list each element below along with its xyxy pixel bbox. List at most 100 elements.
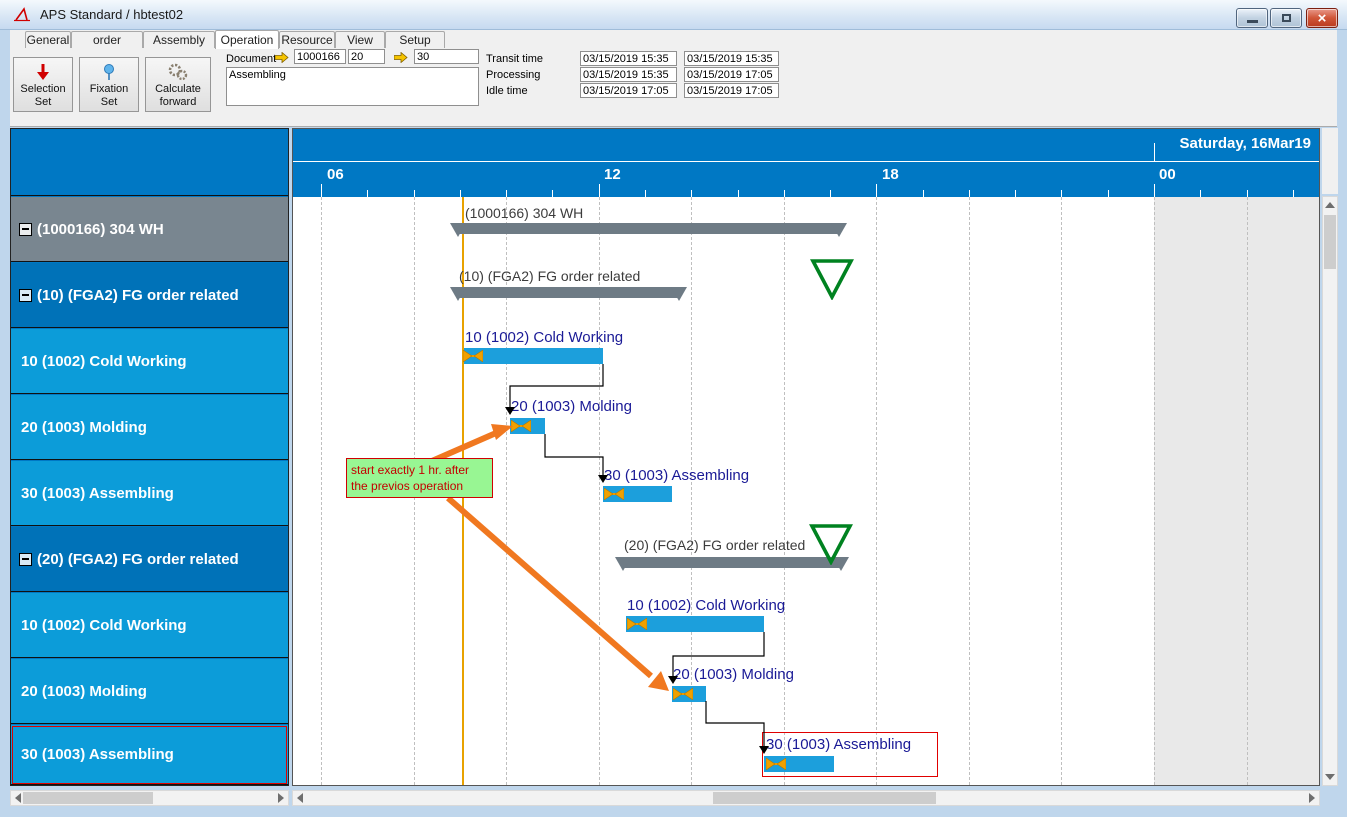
hour-tick: [876, 184, 877, 197]
day-boundary-tick: [1154, 143, 1155, 161]
sidebar-horizontal-scrollbar[interactable]: [10, 790, 289, 806]
timeline-hour-row: 06 12 18 00: [293, 162, 1319, 197]
summary-bar-fga2-10[interactable]: [458, 287, 679, 298]
scrollbar-thumb[interactable]: [1324, 215, 1336, 269]
hour-tick: [1293, 190, 1294, 197]
calculate-forward-label1: Calculate: [146, 83, 210, 96]
task-bar-label: 10 (1002) Cold Working: [465, 329, 623, 346]
maximize-button[interactable]: [1270, 8, 1302, 28]
title-bar: APS Standard / hbtest02 ×: [0, 0, 1347, 30]
tab-strip: General order Assembly Operation Resourc…: [10, 30, 1337, 48]
processing-end-field[interactable]: 03/15/2019 17:05: [684, 67, 779, 82]
tab-resource[interactable]: Resource: [279, 31, 335, 48]
annotation-note: start exactly 1 hr. after the previos op…: [346, 458, 493, 498]
hour-tick: [1200, 190, 1201, 197]
scrollbar-thumb[interactable]: [713, 792, 936, 804]
fixation-marker-icon: [766, 758, 786, 770]
operation-to-field[interactable]: 30: [414, 49, 479, 64]
sidebar-item-fga2-10[interactable]: (10) (FGA2) FG order related: [11, 263, 288, 328]
idle-end-field[interactable]: 03/15/2019 17:05: [684, 83, 779, 98]
processing-start-field[interactable]: 03/15/2019 15:35: [580, 67, 677, 82]
sidebar-row-label: (10) (FGA2) FG order related: [37, 287, 239, 304]
summary-bar-label: (10) (FGA2) FG order related: [459, 268, 640, 284]
gridline: [969, 197, 970, 785]
tab-general[interactable]: General: [25, 31, 71, 48]
gridline: [321, 197, 322, 785]
sidebar-row-label: 20 (1003) Molding: [21, 683, 147, 700]
sidebar-item-molding-1[interactable]: 20 (1003) Molding: [11, 395, 288, 460]
summary-start-triangle: [615, 557, 631, 571]
yellow-arrow-icon: [275, 52, 289, 63]
processing-label: Processing: [486, 69, 540, 81]
app-logo-icon: [14, 7, 34, 23]
document-number-field[interactable]: 1000166: [294, 49, 346, 64]
summary-start-triangle: [450, 287, 466, 301]
scroll-left-icon[interactable]: [15, 793, 21, 803]
tab-view[interactable]: View: [335, 31, 385, 48]
summary-bar-order[interactable]: [458, 223, 839, 234]
tab-setup[interactable]: Setup: [385, 31, 445, 48]
transit-end-field[interactable]: 03/15/2019 15:35: [684, 51, 779, 66]
chart-vertical-scrollbar[interactable]: [1322, 196, 1338, 786]
operation-from-field[interactable]: 20: [348, 49, 385, 64]
fixation-marker-icon: [604, 488, 624, 500]
sidebar-item-molding-2[interactable]: 20 (1003) Molding: [11, 659, 288, 724]
minimize-icon: [1247, 20, 1258, 23]
task-bar-cold-working-1[interactable]: [464, 348, 603, 364]
summary-bar-label: (20) (FGA2) FG order related: [624, 537, 805, 553]
sidebar-row-label: (20) (FGA2) FG order related: [37, 551, 239, 568]
sidebar-row-label: 20 (1003) Molding: [21, 419, 147, 436]
hour-tick: [691, 190, 692, 197]
collapse-icon[interactable]: [19, 289, 32, 302]
due-date-milestone-icon: [809, 523, 853, 565]
summary-start-triangle: [450, 223, 466, 237]
transit-start-field[interactable]: 03/15/2019 15:35: [580, 51, 677, 66]
summary-end-triangle: [671, 287, 687, 301]
sidebar-item-cold-working-2[interactable]: 10 (1002) Cold Working: [11, 593, 288, 658]
scroll-down-icon[interactable]: [1325, 774, 1335, 780]
fixation-set-label1: Fixation: [80, 83, 138, 96]
fixation-marker-icon: [511, 420, 531, 432]
hour-tick: [552, 190, 553, 197]
tab-assembly[interactable]: Assembly: [143, 31, 215, 48]
close-button[interactable]: ×: [1306, 8, 1338, 28]
sidebar-item-cold-working-1[interactable]: 10 (1002) Cold Working: [11, 329, 288, 394]
sidebar-row-label: 30 (1003) Assembling: [21, 485, 174, 502]
tab-order[interactable]: order: [71, 31, 143, 48]
hour-tick: [969, 190, 970, 197]
collapse-icon[interactable]: [19, 223, 32, 236]
sidebar-item-order-1000166[interactable]: (1000166) 304 WH: [11, 197, 288, 262]
operation-description-field[interactable]: Assembling: [226, 67, 479, 106]
fixation-set-button[interactable]: Fixation Set: [79, 57, 139, 112]
fixation-marker-icon: [673, 688, 693, 700]
scrollbar-thumb[interactable]: [23, 792, 153, 804]
hour-label-06: 06: [327, 166, 344, 183]
gridline: [784, 197, 785, 785]
selection-set-label2: Set: [14, 96, 72, 109]
scroll-left-icon[interactable]: [297, 793, 303, 803]
idle-time-label: Idle time: [486, 85, 528, 97]
idle-start-field[interactable]: 03/15/2019 17:05: [580, 83, 677, 98]
scroll-right-icon[interactable]: [1309, 793, 1315, 803]
scroll-right-icon[interactable]: [278, 793, 284, 803]
calculate-forward-button[interactable]: Calculate forward: [145, 57, 211, 112]
scroll-up-icon[interactable]: [1325, 202, 1335, 208]
chart-body[interactable]: (1000166) 304 WH (10) (FGA2) FG order re…: [293, 197, 1319, 785]
minimize-button[interactable]: [1236, 8, 1268, 28]
calculate-forward-label2: forward: [146, 96, 210, 109]
tab-operation[interactable]: Operation: [215, 30, 279, 49]
hour-tick: [1108, 190, 1109, 197]
sidebar-item-assembling-1[interactable]: 30 (1003) Assembling: [11, 461, 288, 526]
task-bar-label: 30 (1003) Assembling: [604, 467, 749, 484]
chart-horizontal-scrollbar[interactable]: [292, 790, 1320, 806]
selection-set-button[interactable]: Selection Set: [13, 57, 73, 112]
gridline: [506, 197, 507, 785]
gridline: [1154, 197, 1155, 785]
collapse-icon[interactable]: [19, 553, 32, 566]
hour-tick: [599, 184, 600, 197]
sidebar-item-fga2-20[interactable]: (20) (FGA2) FG order related: [11, 527, 288, 592]
maximize-icon: [1282, 14, 1291, 22]
pushpin-icon: [101, 63, 117, 81]
fixation-marker-icon: [627, 618, 647, 630]
hour-tick: [738, 190, 739, 197]
